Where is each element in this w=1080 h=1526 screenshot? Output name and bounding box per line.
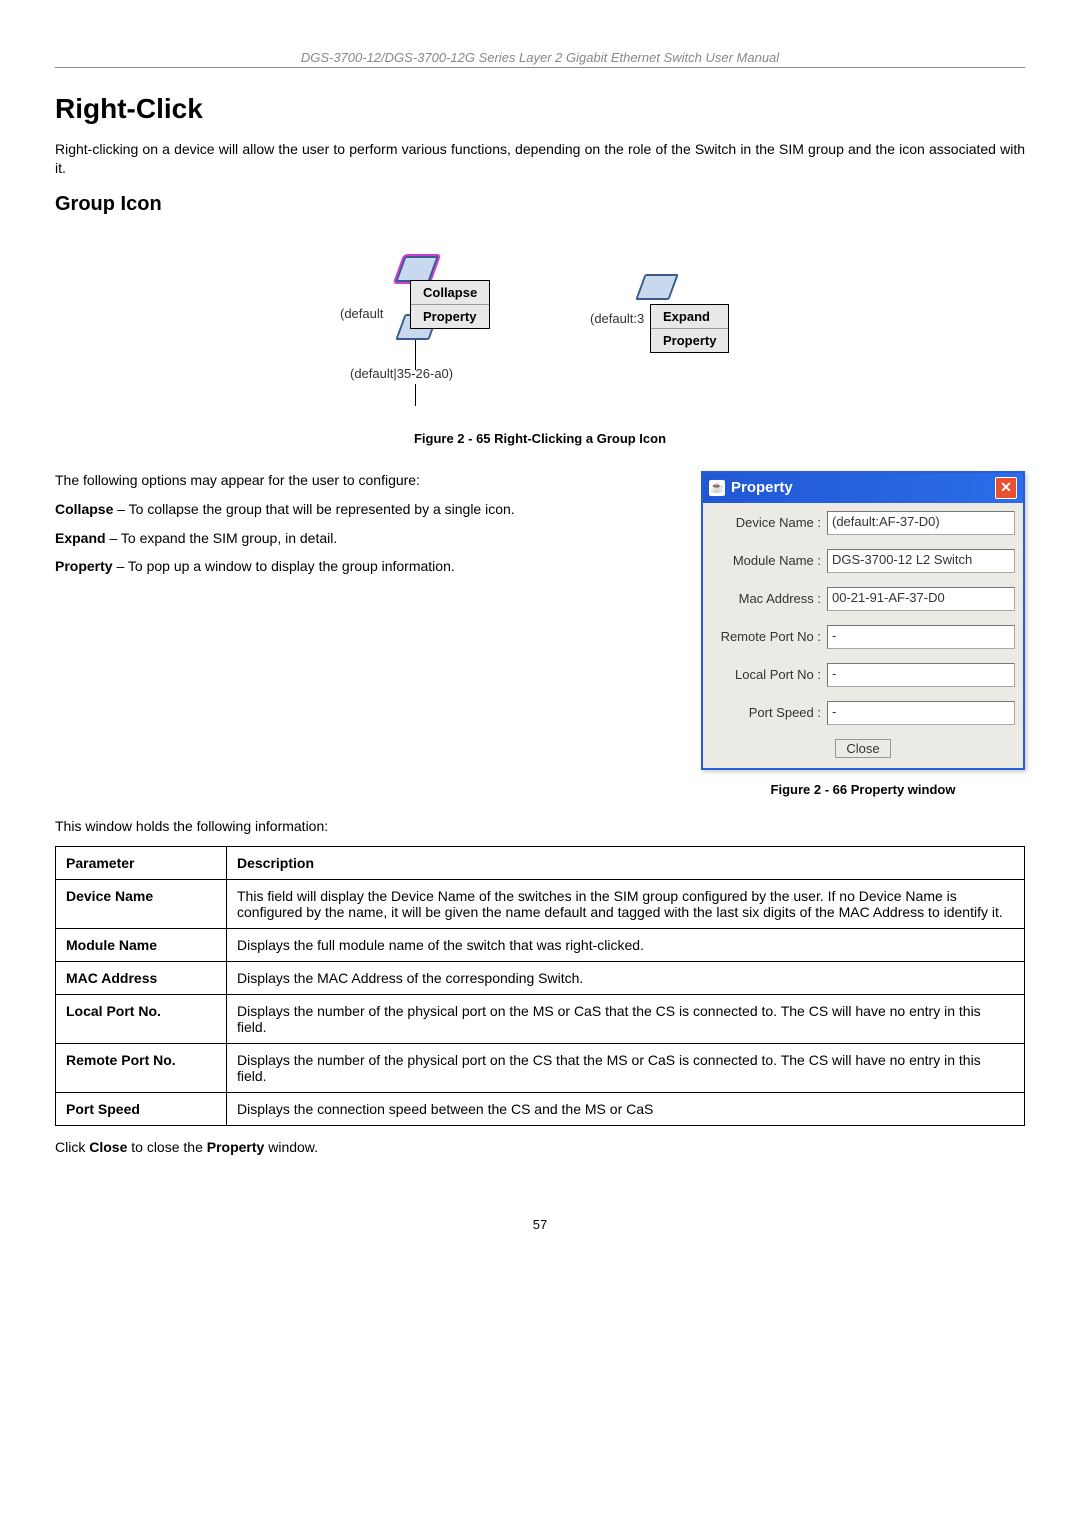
menu-item-collapse[interactable]: Collapse — [411, 281, 489, 305]
field-value[interactable]: (default:AF-37-D0) — [827, 511, 1015, 535]
section-heading: Group Icon — [55, 193, 1025, 216]
page-title: Right-Click — [55, 93, 1025, 125]
field-value[interactable]: - — [827, 625, 1015, 649]
prop-row: Device Name : (default:AF-37-D0) — [711, 511, 1015, 535]
desc-cell: Displays the full module name of the swi… — [227, 928, 1025, 961]
desc-cell: This field will display the Device Name … — [227, 879, 1025, 928]
option-expand: Expand – To expand the SIM group, in det… — [55, 529, 676, 548]
field-label: Device Name : — [711, 515, 827, 530]
fig-right: (default:3 Expand Property — [590, 256, 740, 366]
menu-item-expand[interactable]: Expand — [651, 305, 728, 329]
param-cell: Port Speed — [56, 1092, 227, 1125]
prop-row: Module Name : DGS-3700-12 L2 Switch — [711, 549, 1015, 573]
close-icon[interactable]: ✕ — [995, 477, 1017, 499]
closing-sentence: Click Close to close the Property window… — [55, 1138, 1025, 1157]
property-figure-column: ☕ Property ✕ Device Name : (default:AF-3… — [701, 471, 1025, 817]
desc-cell: Displays the connection speed between th… — [227, 1092, 1025, 1125]
two-column-section: The following options may appear for the… — [55, 471, 1025, 817]
options-column: The following options may appear for the… — [55, 471, 676, 587]
node-label: (default|35-26-a0) — [350, 366, 453, 381]
field-label: Module Name : — [711, 553, 827, 568]
property-window: ☕ Property ✕ Device Name : (default:AF-3… — [701, 471, 1025, 770]
window-titlebar: ☕ Property ✕ — [703, 473, 1023, 503]
desc-cell: Displays the number of the physical port… — [227, 994, 1025, 1043]
desc-cell: Displays the MAC Address of the correspo… — [227, 961, 1025, 994]
param-cell: Remote Port No. — [56, 1043, 227, 1092]
prop-row: Local Port No : - — [711, 663, 1015, 687]
node-label: (default — [340, 306, 383, 321]
field-value[interactable]: - — [827, 663, 1015, 687]
close-button-row: Close — [711, 739, 1015, 758]
context-menu[interactable]: Expand Property — [650, 304, 729, 353]
prop-row: Mac Address : 00-21-91-AF-37-D0 — [711, 587, 1015, 611]
param-cell: Local Port No. — [56, 994, 227, 1043]
th-parameter: Parameter — [56, 846, 227, 879]
coffee-icon: ☕ — [709, 480, 725, 496]
field-label: Port Speed : — [711, 705, 827, 720]
table-row: Port Speed Displays the connection speed… — [56, 1092, 1025, 1125]
field-label: Mac Address : — [711, 591, 827, 606]
figure-caption: Figure 2 - 66 Property window — [701, 782, 1025, 797]
th-description: Description — [227, 846, 1025, 879]
menu-item-property[interactable]: Property — [411, 305, 489, 328]
param-cell: MAC Address — [56, 961, 227, 994]
window-title: Property — [731, 479, 793, 496]
option-collapse: Collapse – To collapse the group that wi… — [55, 500, 676, 519]
window-body: Device Name : (default:AF-37-D0) Module … — [703, 503, 1023, 768]
option-property: Property – To pop up a window to display… — [55, 557, 676, 576]
manual-header: DGS-3700-12/DGS-3700-12G Series Layer 2 … — [55, 50, 1025, 68]
page-number: 57 — [55, 1217, 1025, 1232]
figure-caption: Figure 2 - 65 Right-Clicking a Group Ico… — [55, 431, 1025, 446]
context-menu[interactable]: Collapse Property — [410, 280, 490, 329]
prop-row: Remote Port No : - — [711, 625, 1015, 649]
connector-line — [415, 384, 416, 406]
prop-row: Port Speed : - — [711, 701, 1015, 725]
field-label: Local Port No : — [711, 667, 827, 682]
field-value[interactable]: - — [827, 701, 1015, 725]
options-intro: The following options may appear for the… — [55, 471, 676, 490]
table-row: Remote Port No. Displays the number of t… — [56, 1043, 1025, 1092]
device-icon — [395, 256, 438, 282]
parameter-table: Parameter Description Device Name This f… — [55, 846, 1025, 1126]
fig-left: (default Collapse Property (default|35-2… — [340, 256, 510, 416]
node-label: (default:3 — [590, 311, 644, 326]
device-icon — [635, 274, 678, 300]
desc-cell: Displays the number of the physical port… — [227, 1043, 1025, 1092]
figure-row: (default Collapse Property (default|35-2… — [55, 256, 1025, 416]
table-row: Module Name Displays the full module nam… — [56, 928, 1025, 961]
menu-item-property[interactable]: Property — [651, 329, 728, 352]
param-cell: Module Name — [56, 928, 227, 961]
table-row: Local Port No. Displays the number of th… — [56, 994, 1025, 1043]
field-value[interactable]: DGS-3700-12 L2 Switch — [827, 549, 1015, 573]
field-value[interactable]: 00-21-91-AF-37-D0 — [827, 587, 1015, 611]
field-label: Remote Port No : — [711, 629, 827, 644]
table-header-row: Parameter Description — [56, 846, 1025, 879]
table-intro: This window holds the following informat… — [55, 817, 1025, 836]
table-row: MAC Address Displays the MAC Address of … — [56, 961, 1025, 994]
table-row: Device Name This field will display the … — [56, 879, 1025, 928]
close-button[interactable]: Close — [835, 739, 890, 758]
intro-paragraph: Right-clicking on a device will allow th… — [55, 140, 1025, 178]
param-cell: Device Name — [56, 879, 227, 928]
